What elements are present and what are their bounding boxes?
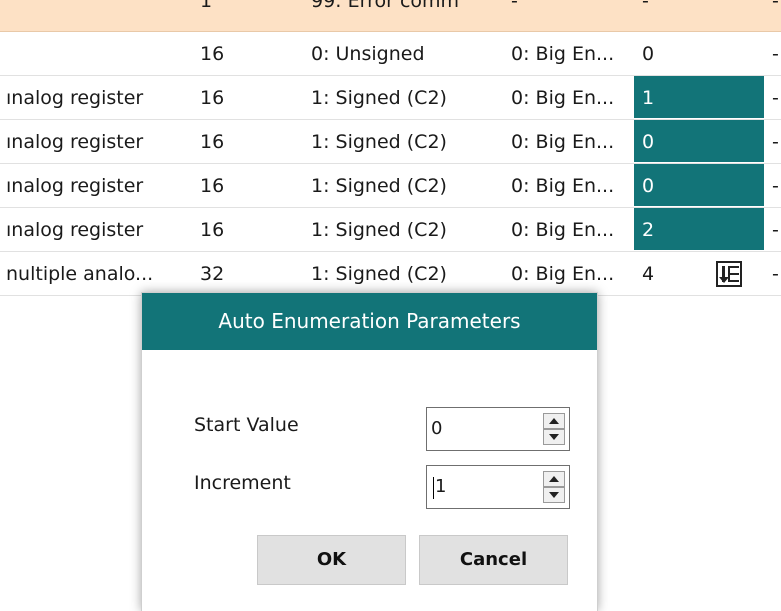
value-cell[interactable]: 1 bbox=[634, 76, 764, 119]
value-cell[interactable]: 2 bbox=[634, 208, 764, 251]
increase-button[interactable] bbox=[543, 413, 565, 429]
start-value-input[interactable]: 0 bbox=[431, 408, 442, 450]
value-cell: - bbox=[642, 0, 649, 12]
value-cell[interactable]: 4 bbox=[634, 252, 764, 295]
tail-cell: - bbox=[772, 0, 779, 12]
value-cell[interactable]: 0 bbox=[634, 164, 764, 207]
table-row[interactable]: 16 0: Unsigned 0: Big En... 0 - bbox=[0, 32, 781, 76]
auto-enumeration-dialog: Auto Enumeration Parameters Start Value … bbox=[141, 292, 598, 611]
type-cell: 1: Signed (C2) bbox=[311, 263, 447, 285]
type-cell: 1: Signed (C2) bbox=[311, 131, 447, 153]
endian-cell: 0: Big En... bbox=[511, 219, 615, 241]
type-cell: 99: Error comm bbox=[311, 0, 460, 12]
table-row[interactable]: nultiple analo... 32 1: Signed (C2) 0: B… bbox=[0, 252, 781, 296]
increment-label: Increment bbox=[194, 472, 291, 494]
endian-cell: 0: Big En... bbox=[511, 131, 615, 153]
table-row[interactable]: 1 99: Error comm - - - bbox=[0, 0, 781, 32]
type-cell: 1: Signed (C2) bbox=[311, 87, 447, 109]
bits-cell: 16 bbox=[200, 43, 225, 65]
dialog-title: Auto Enumeration Parameters bbox=[142, 293, 597, 350]
table-row[interactable]: ınalog register 16 1: Signed (C2) 0: Big… bbox=[0, 164, 781, 208]
endian-cell: - bbox=[511, 0, 518, 12]
arrow-down-icon bbox=[549, 434, 559, 440]
type-cell: 1: Signed (C2) bbox=[311, 219, 447, 241]
tail-cell: - bbox=[772, 43, 779, 65]
type-cell: 0: Unsigned bbox=[311, 43, 425, 65]
start-value-label: Start Value bbox=[194, 414, 299, 436]
table-row[interactable]: ınalog register 16 1: Signed (C2) 0: Big… bbox=[0, 120, 781, 164]
bits-cell: 32 bbox=[200, 263, 225, 285]
endian-cell: 0: Big En... bbox=[511, 87, 615, 109]
table-row[interactable]: ınalog register 16 1: Signed (C2) 0: Big… bbox=[0, 208, 781, 252]
bits-cell: 1 bbox=[200, 0, 213, 12]
decrease-button[interactable] bbox=[543, 487, 565, 503]
description-cell: ınalog register bbox=[6, 175, 144, 197]
decrease-button[interactable] bbox=[543, 429, 565, 445]
arrow-down-icon bbox=[549, 492, 559, 498]
description-cell: ınalog register bbox=[6, 219, 144, 241]
ok-button[interactable]: OK bbox=[257, 535, 406, 585]
tail-cell: - bbox=[772, 87, 779, 109]
type-cell: 1: Signed (C2) bbox=[311, 175, 447, 197]
endian-cell: 0: Big En... bbox=[511, 175, 615, 197]
bits-cell: 16 bbox=[200, 87, 225, 109]
endian-cell: 0: Big En... bbox=[511, 263, 615, 285]
value-cell[interactable]: 0 bbox=[634, 120, 764, 163]
bits-cell: 16 bbox=[200, 175, 225, 197]
endian-cell: 0: Big En... bbox=[511, 43, 615, 65]
cancel-button[interactable]: Cancel bbox=[419, 535, 568, 585]
increment-spinbox[interactable]: 1 bbox=[426, 465, 570, 509]
arrow-up-icon bbox=[549, 418, 559, 424]
enumeration-list-icon[interactable] bbox=[716, 261, 742, 287]
bits-cell: 16 bbox=[200, 131, 225, 153]
table-row[interactable]: ınalog register 16 1: Signed (C2) 0: Big… bbox=[0, 76, 781, 120]
tail-cell: - bbox=[772, 219, 779, 241]
bits-cell: 16 bbox=[200, 219, 225, 241]
value-cell[interactable]: 0 bbox=[634, 32, 764, 75]
description-cell: ınalog register bbox=[6, 87, 144, 109]
description-cell: nultiple analo... bbox=[6, 263, 154, 285]
register-table: 1 99: Error comm - - - 16 0: Unsigned 0:… bbox=[0, 0, 781, 300]
description-cell bbox=[0, 32, 195, 75]
text-caret bbox=[433, 477, 434, 499]
tail-cell: - bbox=[772, 175, 779, 197]
arrow-up-icon bbox=[549, 476, 559, 482]
tail-cell: - bbox=[772, 263, 779, 285]
increase-button[interactable] bbox=[543, 471, 565, 487]
start-value-spinbox[interactable]: 0 bbox=[426, 407, 570, 451]
increment-input[interactable]: 1 bbox=[435, 466, 446, 508]
tail-cell: - bbox=[772, 131, 779, 153]
description-cell: ınalog register bbox=[6, 131, 144, 153]
